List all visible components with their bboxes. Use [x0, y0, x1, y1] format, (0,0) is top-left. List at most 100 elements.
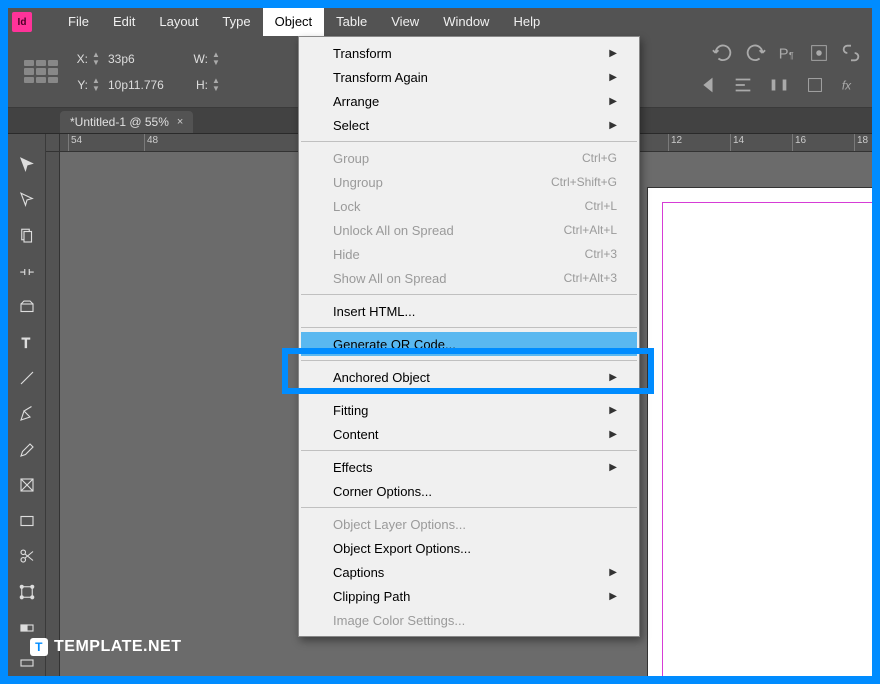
fx-icon[interactable]: fx: [840, 74, 862, 96]
menu-item-generate-qr-code[interactable]: Generate QR Code...: [301, 332, 637, 356]
document-tab[interactable]: *Untitled-1 @ 55% ×: [60, 111, 193, 133]
menubar-item-type[interactable]: Type: [210, 8, 262, 36]
gap-tool-icon[interactable]: [14, 259, 40, 285]
reference-point-grid[interactable]: [24, 60, 58, 84]
x-field[interactable]: X: ▲▼ 33p6: [72, 49, 178, 69]
gradient-swatch-tool-icon[interactable]: [14, 615, 40, 641]
rectangle-tool-icon[interactable]: [14, 508, 40, 534]
skip-back-icon[interactable]: [696, 74, 718, 96]
menu-shortcut: Ctrl+Alt+3: [564, 271, 617, 285]
menu-item-label: Hide: [333, 247, 360, 262]
object-menu-dropdown: Transform▶Transform Again▶Arrange▶Select…: [298, 36, 640, 637]
direct-selection-tool-icon[interactable]: [14, 188, 40, 214]
menu-item-label: Transform Again: [333, 70, 428, 85]
menu-item-fitting[interactable]: Fitting▶: [299, 398, 639, 422]
app-window: Id FileEditLayoutTypeObjectTableViewWind…: [8, 8, 872, 676]
link-icon[interactable]: [840, 42, 862, 64]
menu-item-label: Arrange: [333, 94, 379, 109]
stepper-icon[interactable]: ▲▼: [212, 75, 224, 95]
menubar-item-window[interactable]: Window: [431, 8, 501, 36]
submenu-arrow-icon: ▶: [609, 72, 617, 83]
pen-tool-icon[interactable]: [14, 401, 40, 427]
transform-icon[interactable]: [804, 74, 826, 96]
ruler-origin[interactable]: [46, 134, 60, 152]
menu-item-anchored-object[interactable]: Anchored Object▶: [299, 365, 639, 389]
menu-separator: [301, 294, 637, 295]
menu-shortcut: Ctrl+Alt+L: [564, 223, 617, 237]
distribute-icon[interactable]: [768, 74, 790, 96]
submenu-arrow-icon: ▶: [609, 429, 617, 440]
menubar-item-help[interactable]: Help: [501, 8, 552, 36]
scissors-tool-icon[interactable]: [14, 544, 40, 570]
toolbox: T: [8, 134, 46, 676]
x-label: X:: [72, 52, 88, 66]
menu-item-label: Generate QR Code...: [333, 337, 456, 352]
submenu-arrow-icon: ▶: [609, 591, 617, 602]
selection-tool-icon[interactable]: [14, 152, 40, 178]
menu-item-transform-again[interactable]: Transform Again ▶: [299, 65, 639, 89]
menu-item-content[interactable]: Content ▶: [299, 422, 639, 446]
ruler-tick: 48: [144, 134, 158, 152]
undo-icon[interactable]: [712, 42, 734, 64]
menu-item-label: Content: [333, 427, 379, 442]
menu-shortcut: Ctrl+3: [585, 247, 617, 261]
type-tool-icon[interactable]: T: [14, 330, 40, 356]
menu-item-ungroup: UngroupCtrl+Shift+G: [299, 170, 639, 194]
ruler-tick: 14: [730, 134, 744, 152]
stepper-icon[interactable]: ▲▼: [212, 49, 224, 69]
character-panel-icon[interactable]: P¶: [776, 42, 798, 64]
content-collector-icon[interactable]: [14, 294, 40, 320]
page[interactable]: [648, 188, 872, 676]
page-tool-icon[interactable]: [14, 223, 40, 249]
menubar-item-view[interactable]: View: [379, 8, 431, 36]
h-field[interactable]: H: ▲▼: [192, 75, 298, 95]
x-value[interactable]: 33p6: [108, 52, 178, 66]
menu-item-clipping-path[interactable]: Clipping Path▶: [299, 584, 639, 608]
watermark-icon: T: [30, 638, 48, 656]
menu-item-select[interactable]: Select▶: [299, 113, 639, 137]
redo-icon[interactable]: [744, 42, 766, 64]
stepper-icon[interactable]: ▲▼: [92, 49, 104, 69]
menubar-item-object[interactable]: Object: [263, 8, 325, 36]
menu-item-object-layer-options: Object Layer Options...: [299, 512, 639, 536]
svg-text:fx: fx: [842, 79, 852, 93]
menubar-item-edit[interactable]: Edit: [101, 8, 147, 36]
menu-item-object-export-options[interactable]: Object Export Options...: [299, 536, 639, 560]
h-label: H:: [192, 78, 208, 92]
w-label: W:: [192, 52, 208, 66]
y-value[interactable]: 10p11.776: [108, 78, 178, 92]
menubar-item-layout[interactable]: Layout: [147, 8, 210, 36]
rectangle-frame-tool-icon[interactable]: [14, 472, 40, 498]
align-icon[interactable]: [732, 74, 754, 96]
menubar-item-file[interactable]: File: [56, 8, 101, 36]
frame-options-icon[interactable]: [808, 42, 830, 64]
menu-item-label: Fitting: [333, 403, 368, 418]
menu-item-label: Group: [333, 151, 369, 166]
w-field[interactable]: W: ▲▼: [192, 49, 298, 69]
menu-separator: [301, 450, 637, 451]
svg-text:P: P: [779, 47, 789, 63]
close-icon[interactable]: ×: [177, 116, 183, 128]
stepper-icon[interactable]: ▲▼: [92, 75, 104, 95]
ruler-vertical[interactable]: [46, 152, 60, 676]
menu-shortcut: Ctrl+Shift+G: [551, 175, 617, 189]
line-tool-icon[interactable]: [14, 366, 40, 392]
menu-shortcut: Ctrl+G: [582, 151, 617, 165]
menu-item-unlock-all-on-spread: Unlock All on SpreadCtrl+Alt+L: [299, 218, 639, 242]
menu-item-effects[interactable]: Effects▶: [299, 455, 639, 479]
menu-item-label: Object Export Options...: [333, 541, 471, 556]
pencil-tool-icon[interactable]: [14, 437, 40, 463]
menu-item-transform[interactable]: Transform▶: [299, 41, 639, 65]
menu-item-captions[interactable]: Captions▶: [299, 560, 639, 584]
ruler-tick: 54: [68, 134, 82, 152]
free-transform-tool-icon[interactable]: [14, 579, 40, 605]
menu-item-corner-options[interactable]: Corner Options...: [299, 479, 639, 503]
menu-item-insert-html[interactable]: Insert HTML...: [299, 299, 639, 323]
y-field[interactable]: Y: ▲▼ 10p11.776: [72, 75, 178, 95]
menu-item-label: Corner Options...: [333, 484, 432, 499]
menu-item-arrange[interactable]: Arrange▶: [299, 89, 639, 113]
menu-item-label: Anchored Object: [333, 370, 430, 385]
menu-item-label: Effects: [333, 460, 373, 475]
app-logo-icon: Id: [12, 12, 32, 32]
menubar-item-table[interactable]: Table: [324, 8, 379, 36]
